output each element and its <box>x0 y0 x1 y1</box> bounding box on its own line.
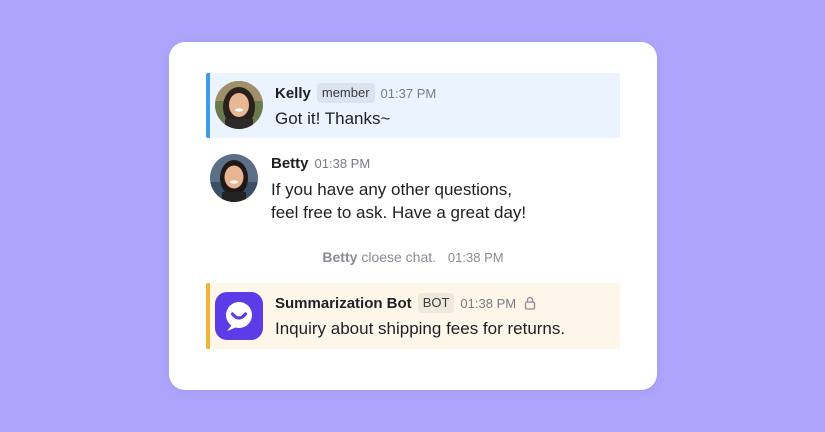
sender-name[interactable]: Betty <box>271 155 309 172</box>
lock-icon <box>524 296 536 310</box>
system-event-time: 01:38 PM <box>447 250 504 265</box>
system-event: Betty cloese chat. 01:38 PM <box>169 249 657 265</box>
avatar[interactable] <box>210 154 258 202</box>
message-betty[interactable]: Betty 01:38 PM If you have any other que… <box>206 150 620 230</box>
timestamp: 01:38 PM <box>460 295 517 311</box>
timestamp: 01:37 PM <box>380 85 437 101</box>
avatar[interactable] <box>215 81 263 129</box>
role-badge: member <box>316 83 375 103</box>
message-text: Got it! Thanks~ <box>275 109 391 128</box>
bot-logo-icon <box>215 292 263 340</box>
system-event-name: Betty <box>322 249 358 265</box>
sender-name[interactable]: Summarization Bot <box>275 295 412 312</box>
chat-card: Kelly member 01:37 PM Got it! Thanks~ Be… <box>169 42 657 390</box>
bot-badge: BOT <box>417 293 455 313</box>
system-event-text: cloese chat. <box>361 249 437 265</box>
message-text: If you have any other questions, feel fr… <box>271 180 527 222</box>
sender-name[interactable]: Kelly <box>275 85 311 102</box>
message-text: Inquiry about shipping fees for returns. <box>275 319 566 338</box>
timestamp: 01:38 PM <box>314 156 371 171</box>
message-kelly[interactable]: Kelly member 01:37 PM Got it! Thanks~ <box>206 73 620 138</box>
message-summarization-bot[interactable]: Summarization Bot BOT 01:38 PM Inquiry a… <box>206 283 620 349</box>
